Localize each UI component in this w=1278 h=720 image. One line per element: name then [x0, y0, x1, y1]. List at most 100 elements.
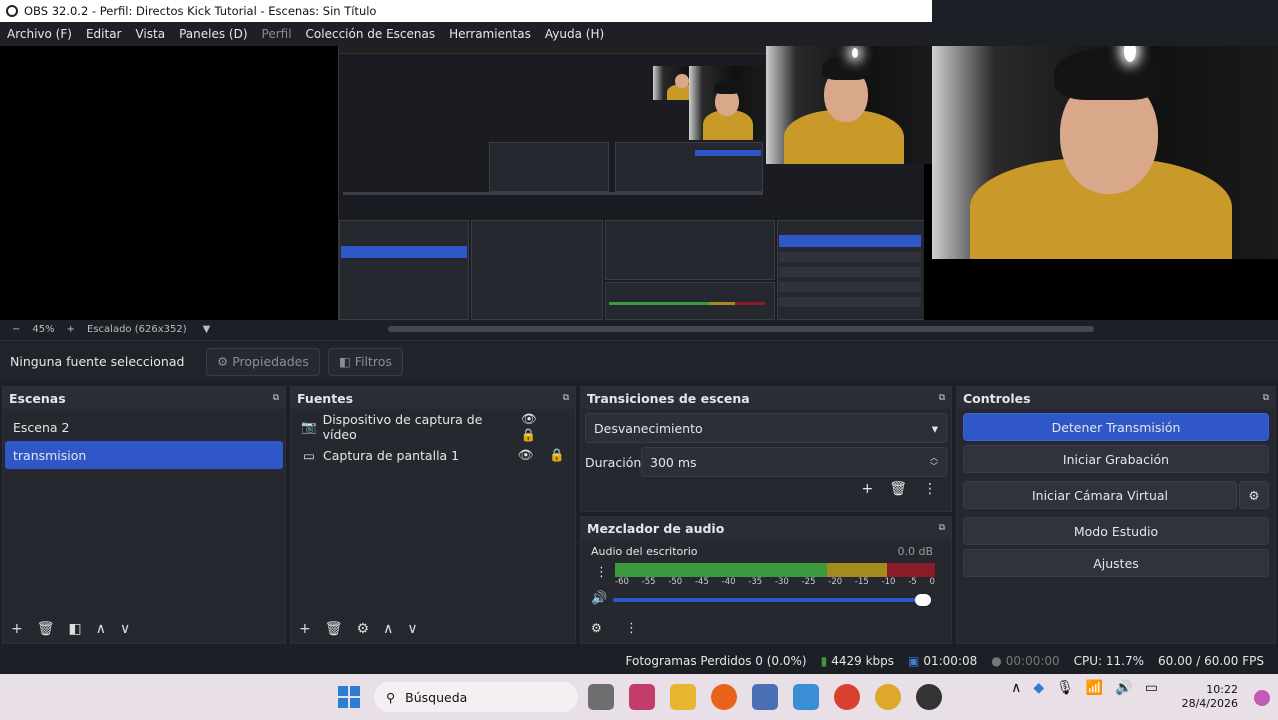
scene-item-transmision[interactable]: transmision: [5, 441, 283, 469]
webcam-feed: [932, 46, 1278, 259]
wifi-icon[interactable]: 📶: [1086, 680, 1103, 696]
eye-icon[interactable]: 👁: [518, 447, 534, 462]
eye-icon[interactable]: 👁: [521, 411, 537, 426]
studio-mode-button[interactable]: Modo Estudio: [963, 517, 1269, 545]
volume-slider-handle[interactable]: [915, 594, 931, 606]
float-icon[interactable]: ⧉: [939, 393, 945, 403]
menu-archivo[interactable]: Archivo (F): [0, 27, 79, 41]
add-scene-plus-icon[interactable]: +: [11, 621, 23, 637]
source-item-screen[interactable]: ▭ Captura de pantalla 1 👁 🔒: [293, 441, 573, 469]
battery-icon[interactable]: ▭: [1145, 680, 1158, 696]
security-icon[interactable]: ◆: [1033, 680, 1044, 696]
chrome-canary-icon[interactable]: [875, 684, 901, 710]
remote-desktop-icon[interactable]: [752, 684, 778, 710]
menu-ayuda[interactable]: Ayuda (H): [538, 27, 611, 41]
remove-transition-trash-icon[interactable]: 🗑: [889, 481, 907, 497]
transition-kebab-icon[interactable]: ⋮: [923, 481, 937, 497]
source-label: Captura de pantalla 1: [323, 447, 460, 463]
duration-spinbox[interactable]: 300 ms ︿ ﹀: [641, 447, 947, 477]
add-source-plus-icon[interactable]: +: [299, 621, 311, 637]
menu-coleccion[interactable]: Colección de Escenas: [299, 27, 443, 41]
photos-icon[interactable]: [793, 684, 819, 710]
record-icon: ●: [991, 654, 1002, 668]
dropped-frames: Fotogramas Perdidos 0 (0.0%): [625, 654, 807, 668]
filters-button[interactable]: ◧ Filtros: [327, 347, 403, 376]
notification-icon[interactable]: [1254, 690, 1270, 706]
microphone-icon[interactable]: 🎙: [1056, 680, 1074, 696]
spin-arrows-icon[interactable]: ︿ ﹀: [930, 453, 938, 471]
windows-icon[interactable]: [338, 686, 360, 708]
virtual-cam-settings-gear-icon[interactable]: ⚙: [1239, 481, 1269, 509]
tray-chevron-up-icon[interactable]: ∧: [1011, 680, 1021, 696]
menu-perfil[interactable]: Perfil: [255, 27, 299, 41]
cpu-usage: CPU: 11.7%: [1073, 654, 1145, 668]
zoom-dropdown-icon[interactable]: ▼: [203, 324, 211, 335]
meter-ticks: -60 -55 -50 -45 -40 -35 -30 -25 -20 -15 -10 -5 0: [615, 577, 935, 587]
taskbar-clock[interactable]: 10:22 28/4/2026: [1182, 683, 1238, 711]
record-time: 00:00:00: [1005, 654, 1060, 668]
search-placeholder: Búsqueda: [405, 689, 468, 705]
taskview-icon[interactable]: [588, 684, 614, 710]
firefox-icon[interactable]: [711, 684, 737, 710]
properties-button[interactable]: ⚙ Propiedades: [206, 347, 320, 376]
menu-editar[interactable]: Editar: [79, 27, 129, 41]
obs-icon[interactable]: [916, 684, 942, 710]
source-settings-gear-icon[interactable]: ⚙: [357, 621, 370, 637]
menu-paneles[interactable]: Paneles (D): [172, 27, 254, 41]
lock-icon[interactable]: 🔒: [521, 427, 537, 442]
source-label: Dispositivo de captura de vídeo: [322, 412, 483, 442]
volume-icon[interactable]: 🔊: [1115, 680, 1132, 696]
window-titlebar: OBS 32.0.2 - Perfil: Directos Kick Tutor…: [0, 0, 932, 22]
folder-icon[interactable]: [670, 684, 696, 710]
mixer-settings-icon[interactable]: ⚙: [591, 621, 602, 635]
sources-title: Fuentes: [297, 390, 354, 406]
taskbar-apps: [588, 684, 957, 710]
taskbar-search[interactable]: ⚲ Búsqueda: [374, 682, 578, 712]
clock-time: 10:22: [1206, 683, 1238, 696]
snipping-icon[interactable]: [629, 684, 655, 710]
preview-scrollbar[interactable]: [388, 326, 1094, 332]
settings-button[interactable]: Ajustes: [963, 549, 1269, 577]
menu-herramientas[interactable]: Herramientas: [442, 27, 538, 41]
scene-item-escena-2[interactable]: Escena 2: [5, 413, 283, 441]
float-icon[interactable]: ⧉: [273, 393, 279, 403]
float-icon[interactable]: ⧉: [939, 523, 945, 533]
controls-title: Controles: [963, 390, 1031, 406]
filters-label: Filtros: [354, 354, 392, 369]
signal-icon: ▮: [820, 654, 828, 668]
move-scene-down-icon[interactable]: ∨: [120, 621, 130, 637]
zoom-out-button[interactable]: −: [12, 324, 20, 335]
start-recording-button[interactable]: Iniciar Grabación: [963, 445, 1269, 473]
volume-slider[interactable]: [613, 594, 931, 606]
menu-vista[interactable]: Vista: [128, 27, 172, 41]
move-scene-up-icon[interactable]: ∧: [96, 621, 106, 637]
source-item-camera[interactable]: 📷 Dispositivo de captura de vídeo 👁 🔒: [293, 411, 573, 442]
move-source-down-icon[interactable]: ∨: [407, 621, 417, 637]
chrome-icon[interactable]: [834, 684, 860, 710]
bitrate: 4429 kbps: [831, 654, 895, 668]
search-icon: ⚲: [386, 689, 396, 705]
speaker-icon[interactable]: 🔊: [591, 591, 607, 606]
mixer-kebab-icon[interactable]: ⋮: [625, 621, 638, 636]
controls-dock: Controles ⧉ Detener Transmisión Iniciar …: [956, 386, 1276, 644]
float-icon[interactable]: ⧉: [563, 393, 569, 403]
start-virtual-cam-button[interactable]: Iniciar Cámara Virtual: [963, 481, 1237, 509]
add-transition-plus-icon[interactable]: +: [861, 481, 873, 497]
preview-canvas[interactable]: [0, 46, 1278, 320]
sources-dock: Fuentes ⧉ 📷 Dispositivo de captura de ví…: [290, 386, 576, 644]
system-tray: ∧ ◆ 🎙 📶 🔊 ▭: [999, 680, 1158, 696]
remove-scene-trash-icon[interactable]: 🗑: [37, 621, 55, 637]
duration-value: 300 ms: [650, 454, 697, 470]
lock-icon[interactable]: 🔒: [549, 447, 565, 462]
float-icon[interactable]: ⧉: [1263, 393, 1269, 403]
scene-filters-icon[interactable]: ◧: [69, 621, 82, 637]
stop-stream-button[interactable]: Detener Transmisión: [963, 413, 1269, 441]
move-source-up-icon[interactable]: ∧: [383, 621, 393, 637]
channel-kebab-icon[interactable]: ⋮: [595, 565, 608, 580]
remove-source-trash-icon[interactable]: 🗑: [325, 621, 343, 637]
source-toolbar: Ninguna fuente seleccionad ⚙ Propiedades…: [0, 340, 1278, 382]
zoom-in-button[interactable]: +: [67, 324, 75, 335]
mixer-level: 0.0 dB: [897, 545, 933, 558]
transition-select[interactable]: Desvanecimiento ▾: [585, 413, 947, 443]
audio-mixer-dock: Mezclador de audio ⧉ Audio del escritori…: [580, 516, 952, 644]
